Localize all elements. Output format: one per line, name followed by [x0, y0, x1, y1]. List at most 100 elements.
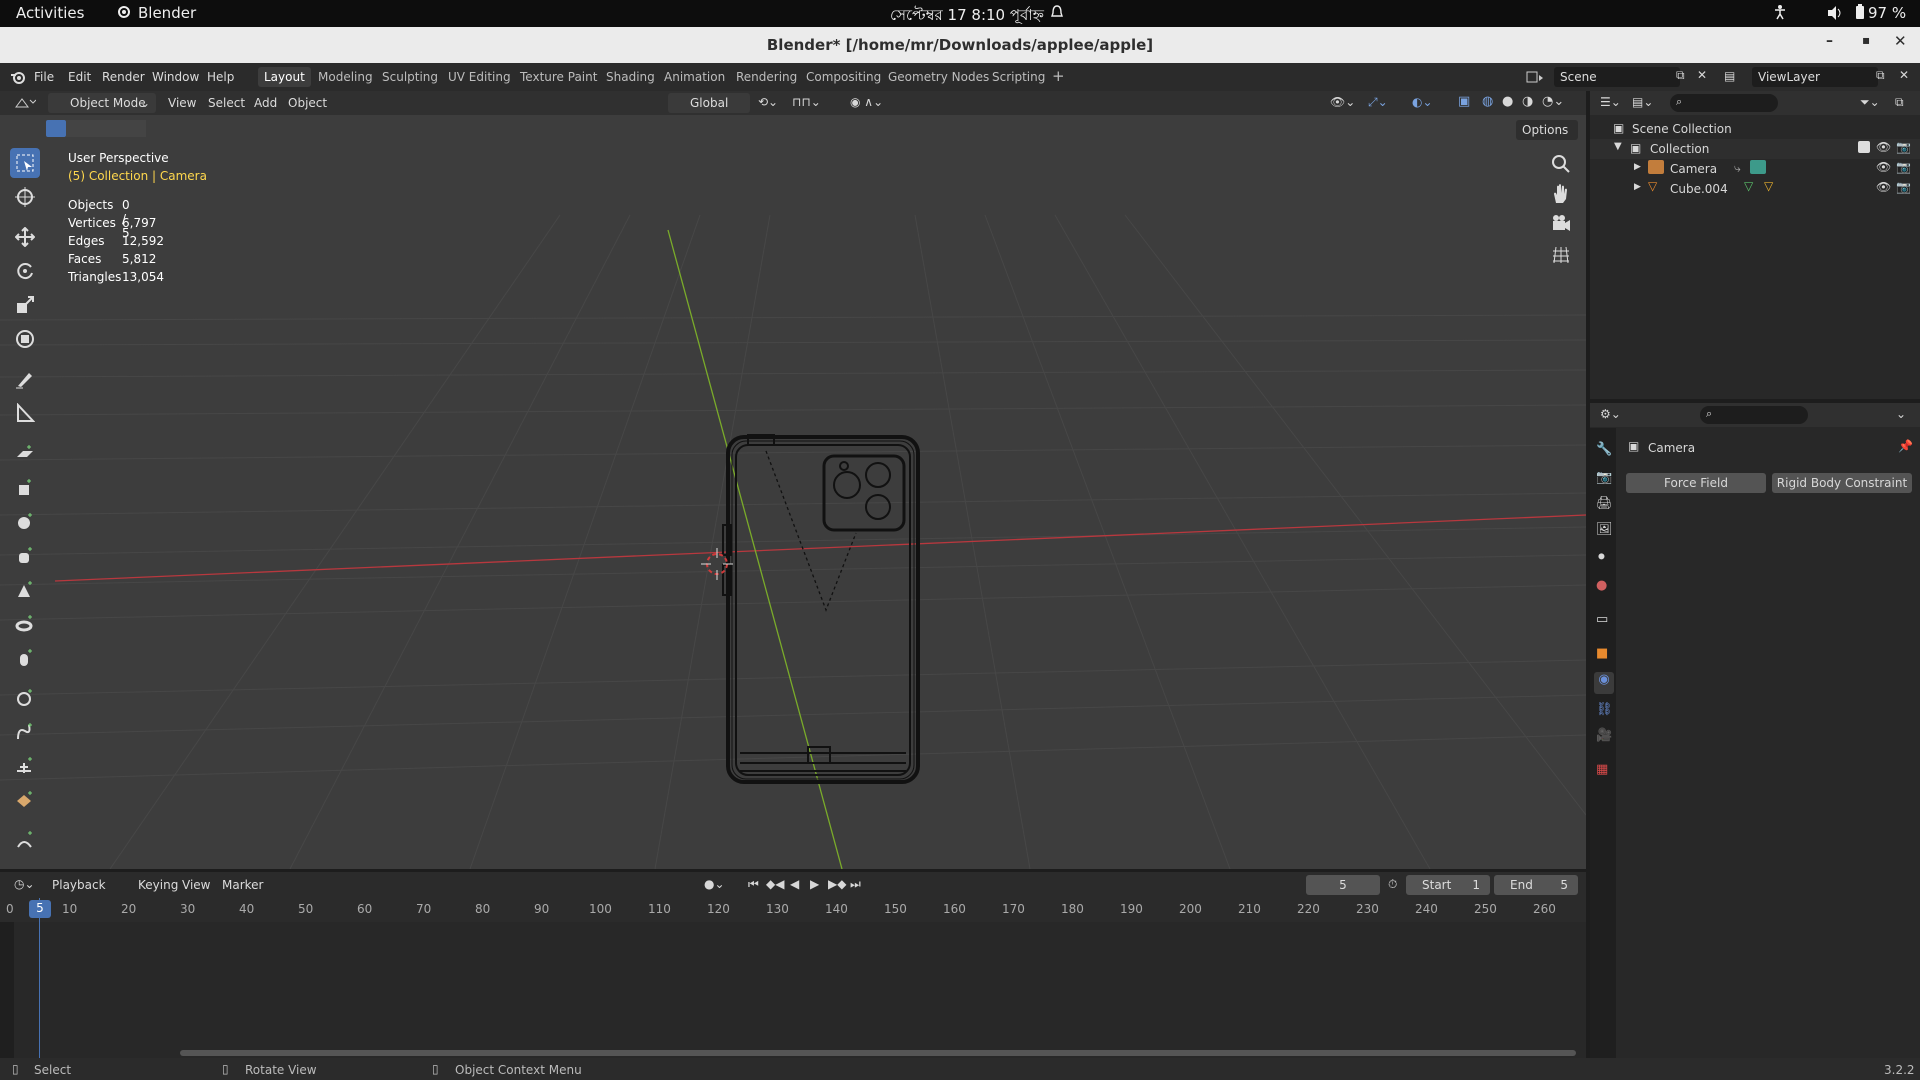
chevron-down-icon[interactable]: ⌄	[1896, 407, 1906, 421]
rendered-shading-icon[interactable]: ◔⌄	[1542, 94, 1564, 109]
new-scene-icon[interactable]: ⧉	[1676, 68, 1685, 83]
add-cylinder-tool[interactable]	[10, 540, 40, 570]
delete-scene-icon[interactable]: ✕	[1697, 68, 1707, 82]
object-tab-icon[interactable]: ■	[1596, 646, 1608, 661]
clock[interactable]: সেপ্টেম্বর 17 8:10 পূর্বাহ্ন	[890, 4, 1044, 29]
camera-view-icon[interactable]	[1550, 213, 1576, 239]
expand-arrow-icon[interactable]: ▶	[1634, 182, 1641, 192]
object-mode-dropdown[interactable]: Object Mode ⌄	[48, 93, 156, 113]
snap-icon[interactable]: ⊓⊓⌄	[792, 95, 821, 109]
editor-type-icon[interactable]	[14, 95, 37, 112]
viewport-menu-view[interactable]: View	[168, 96, 196, 110]
play-icon[interactable]: ▶	[810, 877, 819, 891]
view-layer-icon[interactable]: ▤	[1724, 69, 1735, 83]
outliner-search-input[interactable]: ⌕	[1670, 94, 1778, 112]
display-mode-icon[interactable]: ▤⌄	[1632, 95, 1653, 109]
tab-shading[interactable]: Shading	[600, 67, 661, 87]
jump-keyframe-forward-icon[interactable]: ▶◆	[828, 877, 846, 891]
end-frame-field[interactable]: End 5	[1494, 875, 1578, 895]
constraints-tab-icon[interactable]: ⛓	[1596, 702, 1613, 717]
app-menu[interactable]: Blender	[138, 4, 196, 22]
output-tab-icon[interactable]: 🖨	[1596, 496, 1613, 511]
scene-tab-icon[interactable]: ⚫	[1596, 550, 1607, 565]
tab-texture-paint[interactable]: Texture Paint	[514, 67, 603, 87]
activities-button[interactable]: Activities	[16, 4, 84, 22]
scene-selector[interactable]: Scene	[1554, 67, 1680, 87]
visibility-icon[interactable]: 👁⌄	[1330, 95, 1355, 109]
new-collection-icon[interactable]: ⧉	[1895, 95, 1904, 110]
outliner-item-cube[interactable]: ▶ ▽ Cube.004 ▽ ▽ 👁 📷	[1590, 179, 1920, 199]
zoom-icon[interactable]	[1550, 153, 1576, 179]
cursor-tool[interactable]	[10, 182, 40, 212]
render-tab-icon[interactable]: 📷	[1596, 470, 1612, 485]
camera-data-tab-icon[interactable]: 🎥	[1596, 728, 1612, 743]
scene-icon[interactable]	[1526, 69, 1544, 88]
tab-modeling[interactable]: Modeling	[312, 67, 379, 87]
select-box-tool[interactable]	[10, 148, 40, 178]
tab-animation[interactable]: Animation	[658, 67, 731, 87]
battery-icon[interactable]	[1855, 4, 1865, 24]
maximize-icon[interactable]: ▪	[1862, 33, 1870, 47]
new-view-layer-icon[interactable]: ⧉	[1876, 68, 1885, 83]
camera-render-icon[interactable]: 📷	[1896, 160, 1911, 174]
add-sphere-tool[interactable]	[10, 506, 40, 536]
timeline-editor-type-icon[interactable]: ◷⌄	[14, 877, 35, 891]
move-tool[interactable]	[10, 222, 40, 252]
filter-icon[interactable]: ⏷⌄	[1860, 95, 1880, 110]
scale-tool[interactable]	[10, 290, 40, 320]
select-extend-icon[interactable]	[66, 120, 86, 137]
outliner-editor-type-icon[interactable]: ☰⌄	[1600, 95, 1621, 109]
minimize-icon[interactable]: –	[1826, 33, 1833, 49]
select-subtract-icon[interactable]	[86, 120, 106, 137]
select-invert-icon[interactable]	[126, 120, 146, 137]
3d-viewport[interactable]: User Perspective (5) Collection | Camera…	[0, 115, 1586, 869]
menu-edit[interactable]: Edit	[68, 70, 91, 84]
pivot-icon[interactable]: ⟲⌄	[758, 95, 778, 109]
orthographic-grid-icon[interactable]	[1550, 243, 1576, 269]
annotate-tool[interactable]	[10, 364, 40, 394]
tab-uv-editing[interactable]: UV Editing	[442, 67, 517, 87]
tab-rendering[interactable]: Rendering	[730, 67, 803, 87]
add-grid-tool[interactable]	[10, 750, 40, 780]
measure-tool[interactable]	[10, 398, 40, 428]
rotate-tool[interactable]	[10, 256, 40, 286]
overlays-icon[interactable]: ◐⌄	[1412, 95, 1433, 109]
select-intersect-icon[interactable]	[106, 120, 126, 137]
timeline-menu-playback[interactable]: Playback	[52, 878, 106, 892]
add-torus-tool[interactable]	[10, 608, 40, 638]
rigid-body-constraint-button[interactable]: Rigid Body Constraint	[1772, 473, 1912, 493]
add-monkey-tool[interactable]	[10, 824, 40, 854]
timeline-scrollbar[interactable]	[180, 1050, 1576, 1056]
xray-icon[interactable]: ▣	[1458, 94, 1470, 109]
record-icon[interactable]: ●⌄	[704, 877, 725, 891]
properties-editor-type-icon[interactable]: ⚙⌄	[1600, 407, 1621, 421]
timeline-area[interactable]: 0 10 20 30 40 50 60 70 80 90 100 110 120…	[0, 898, 1586, 1068]
include-checkbox[interactable]	[1858, 141, 1870, 153]
tool-tab-icon[interactable]: 🔧	[1596, 442, 1612, 457]
gizmo-icon[interactable]: ⤢⌄	[1368, 95, 1388, 110]
jump-end-icon[interactable]: ⏭	[850, 877, 861, 892]
tab-sculpting[interactable]: Sculpting	[376, 67, 444, 87]
expand-arrow-icon[interactable]: ▶	[1634, 162, 1641, 172]
delete-view-layer-icon[interactable]: ✕	[1899, 68, 1909, 82]
scene-collection-row[interactable]: ▣ Scene Collection	[1590, 119, 1920, 139]
menu-render[interactable]: Render	[102, 70, 145, 84]
jump-start-icon[interactable]: ⏮	[748, 877, 759, 892]
accessibility-icon[interactable]	[1773, 4, 1787, 24]
properties-search-input[interactable]: ⌕	[1700, 406, 1808, 424]
add-ico-tool[interactable]	[10, 784, 40, 814]
transform-tool[interactable]	[10, 324, 40, 354]
options-button[interactable]: Options	[1516, 120, 1578, 140]
blender-logo-icon[interactable]	[10, 69, 26, 88]
physics-tab-icon[interactable]: ◉	[1594, 672, 1614, 694]
add-plane-tool[interactable]	[10, 438, 40, 468]
start-frame-field[interactable]: Start 1	[1406, 875, 1490, 895]
select-new-icon[interactable]	[46, 120, 66, 137]
stopwatch-icon[interactable]: ⏱	[1388, 877, 1397, 892]
timeline-menu-marker[interactable]: Marker	[222, 878, 263, 892]
viewport-menu-add[interactable]: Add	[254, 96, 277, 110]
jump-keyframe-back-icon[interactable]: ◆◀	[766, 877, 784, 891]
tab-scripting[interactable]: Scripting	[986, 67, 1051, 87]
tab-geometry-nodes[interactable]: Geometry Nodes	[882, 67, 995, 87]
play-reverse-icon[interactable]: ◀	[790, 877, 799, 891]
